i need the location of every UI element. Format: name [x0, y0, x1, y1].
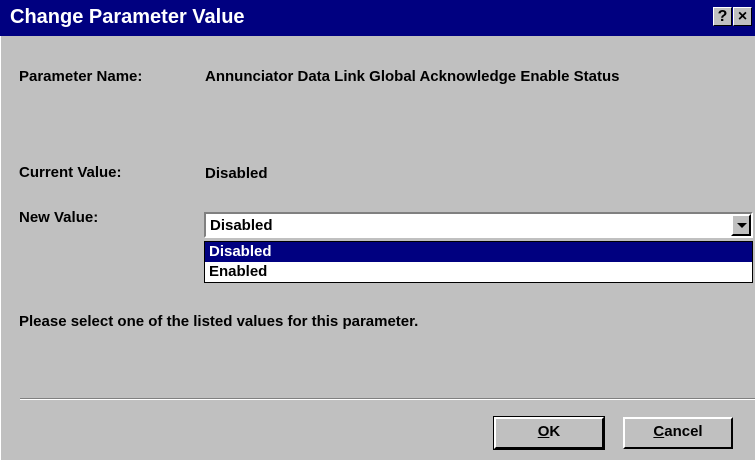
title-bar: Change Parameter Value ? × [0, 0, 755, 36]
ok-label-rest: K [549, 423, 561, 440]
cancel-button[interactable]: Cancel [623, 417, 733, 449]
ok-mnemonic: O [537, 423, 550, 440]
parameter-name-label: Parameter Name: [19, 68, 143, 85]
option-disabled[interactable]: Disabled [205, 242, 752, 262]
current-value-label: Current Value: [19, 164, 122, 181]
current-value-value: Disabled [205, 165, 268, 182]
dropdown-list[interactable]: Disabled Enabled [204, 241, 753, 283]
option-enabled[interactable]: Enabled [205, 262, 752, 282]
close-button[interactable]: × [733, 7, 752, 26]
parameter-name-value: Annunciator Data Link Global Acknowledge… [205, 68, 620, 85]
new-value-dropdown[interactable]: Disabled [204, 212, 753, 238]
dropdown-selected-value: Disabled [210, 217, 273, 234]
window-title: Change Parameter Value [10, 6, 245, 28]
dropdown-arrow-icon[interactable] [731, 214, 751, 236]
separator [20, 398, 755, 400]
instruction-text: Please select one of the listed values f… [19, 313, 419, 330]
cancel-mnemonic: C [653, 423, 665, 440]
help-button[interactable]: ? [713, 7, 732, 26]
ok-button[interactable]: OK [493, 416, 605, 450]
new-value-label: New Value: [19, 209, 99, 226]
window-frame [0, 36, 1, 460]
cancel-label-rest: ancel [664, 423, 703, 440]
